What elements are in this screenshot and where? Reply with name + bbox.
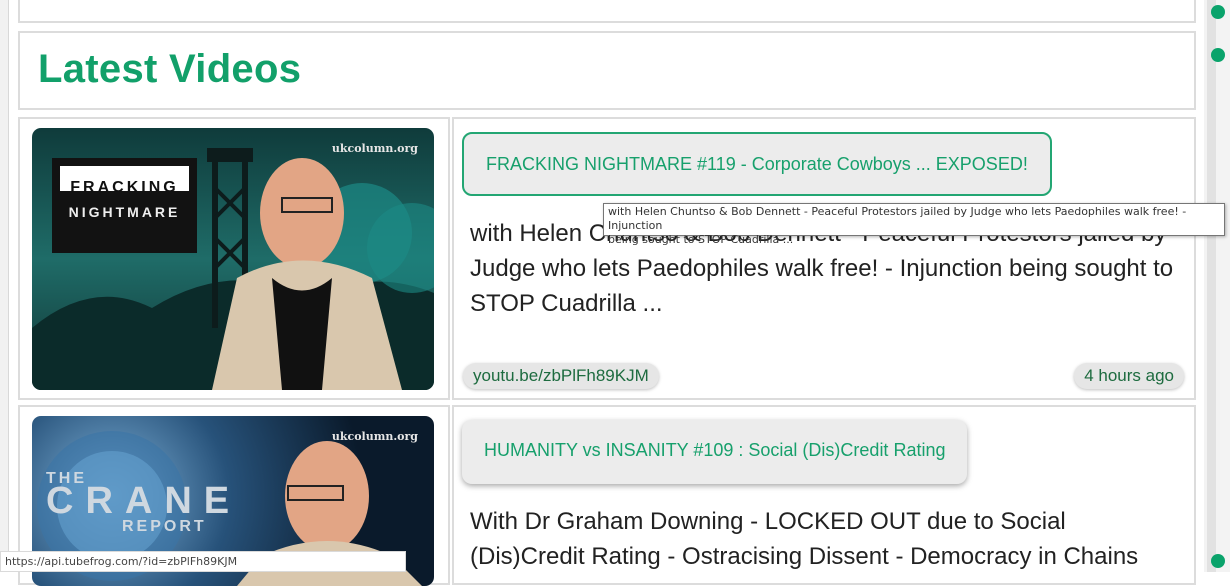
thumbnail-site-label: ukcolumn.org: [331, 430, 418, 443]
latest-videos-header: Latest Videos: [18, 31, 1196, 110]
video-title-button[interactable]: HUMANITY vs INSANITY #109 : Social (Dis)…: [462, 420, 968, 484]
thumbnail-logo-line3: REPORT: [122, 518, 207, 535]
description-tooltip: with Helen Chuntso & Bob Dennett - Peace…: [603, 203, 1225, 246]
tooltip-line1: with Helen Chuntso & Bob Dennett - Peace…: [608, 205, 1187, 232]
video-title-button[interactable]: FRACKING NIGHTMARE #119 - Corporate Cowb…: [462, 132, 1052, 196]
video-thumbnail[interactable]: ukcolumn.org FRACKING NIGHTMARE: [32, 128, 434, 390]
thumbnail-logo-line2: NIGHTMARE: [68, 204, 181, 220]
previous-section-panel: [18, 0, 1196, 23]
scroll-dot-icon[interactable]: [1211, 5, 1225, 19]
thumbnail-site-label: ukcolumn.org: [331, 142, 418, 155]
thumbnail-logo-line2: CRANE: [46, 480, 242, 522]
thumbnail-logo-line1: FRACKING: [70, 179, 179, 196]
video-description: With Dr Graham Downing - LOCKED OUT due …: [470, 508, 1139, 570]
scroll-dot-icon[interactable]: [1211, 48, 1225, 62]
scrollbar-track[interactable]: [1207, 0, 1216, 572]
page-title: Latest Videos: [38, 47, 302, 91]
video-timestamp: 4 hours ago: [1074, 363, 1184, 389]
status-bar-url: https://api.tubefrog.com/?id=zbPlFh89KJM: [0, 551, 406, 572]
left-gutter: [0, 0, 9, 572]
scroll-dot-icon[interactable]: [1211, 554, 1225, 568]
scrollbar[interactable]: [1204, 0, 1230, 572]
tooltip-line2: being sought to STOP Cuadrilla ...: [608, 233, 794, 246]
video-link[interactable]: youtu.be/zbPlFh89KJM: [463, 363, 659, 389]
